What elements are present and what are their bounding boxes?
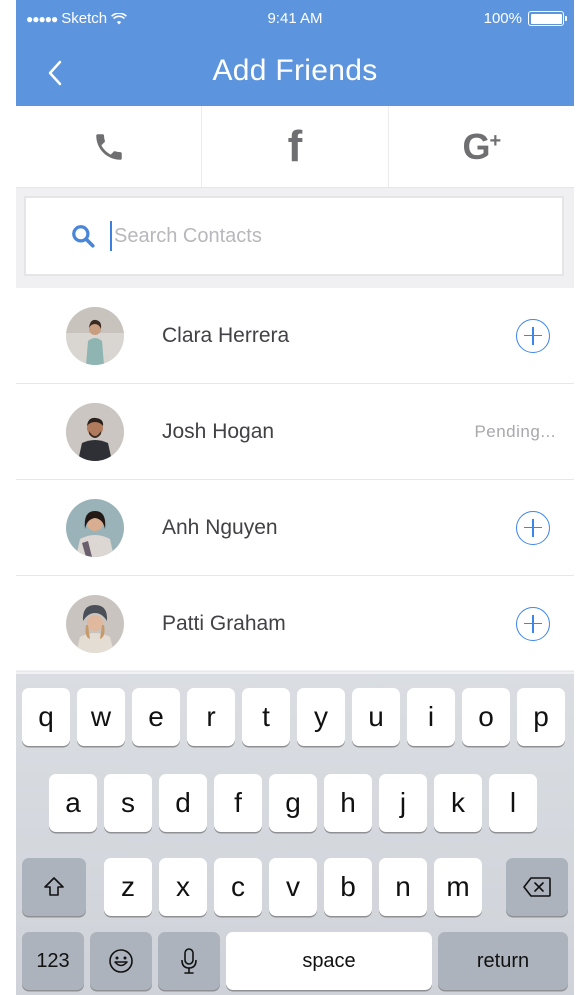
key-l[interactable]: l <box>489 774 537 832</box>
search-input[interactable] <box>114 224 474 248</box>
key-x[interactable]: x <box>159 858 207 916</box>
key-y[interactable]: y <box>297 688 345 746</box>
tab-phone-contacts[interactable] <box>16 106 201 187</box>
key-w[interactable]: w <box>77 688 125 746</box>
contact-row[interactable]: Anh Nguyen <box>16 480 574 576</box>
keyboard-row-2: a s d f g h j k l <box>16 774 574 832</box>
status-bar: ●●●●● Sketch 9:41 AM 100% <box>16 0 574 40</box>
contact-name: Clara Herrera <box>162 323 290 347</box>
social-tabs: f G+ <box>16 106 574 188</box>
key-c[interactable]: c <box>214 858 262 916</box>
key-z[interactable]: z <box>104 858 152 916</box>
key-q[interactable]: q <box>22 688 70 746</box>
avatar <box>66 306 124 365</box>
battery-icon <box>528 11 567 26</box>
dictation-key[interactable] <box>158 932 220 990</box>
keyboard-row-3: z x c v b n m <box>16 858 574 916</box>
phone-icon <box>95 133 122 160</box>
key-n[interactable]: n <box>379 858 427 916</box>
key-i[interactable]: i <box>407 688 455 746</box>
key-d[interactable]: d <box>159 774 207 832</box>
contact-row[interactable]: Patti Graham <box>16 576 574 672</box>
search-icon <box>72 225 95 248</box>
search-section <box>16 188 574 288</box>
contacts-list: Clara Herrera Josh Hogan Pending... Anh … <box>16 288 574 672</box>
tab-google-plus[interactable]: G+ <box>387 106 574 187</box>
pending-status: Pending... <box>474 421 556 441</box>
nav-bar: Add Friends <box>16 40 574 106</box>
delete-key[interactable] <box>506 858 568 916</box>
contact-name: Anh Nguyen <box>162 515 278 539</box>
key-o[interactable]: o <box>462 688 510 746</box>
key-v[interactable]: v <box>269 858 317 916</box>
key-s[interactable]: s <box>104 774 152 832</box>
key-t[interactable]: t <box>242 688 290 746</box>
contact-row[interactable]: Josh Hogan Pending... <box>16 384 574 480</box>
avatar <box>66 498 124 557</box>
key-f[interactable]: f <box>214 774 262 832</box>
shift-key[interactable] <box>22 858 86 916</box>
phone-screen: ●●●●● Sketch 9:41 AM 100% Add Friends f … <box>16 0 574 995</box>
key-b[interactable]: b <box>324 858 372 916</box>
key-k[interactable]: k <box>434 774 482 832</box>
contact-name: Patti Graham <box>162 611 286 635</box>
avatar <box>66 402 124 461</box>
add-friend-button[interactable] <box>516 606 550 641</box>
shift-icon <box>44 877 64 896</box>
key-m[interactable]: m <box>434 858 482 916</box>
page-title: Add Friends <box>212 54 378 87</box>
emoji-key[interactable] <box>90 932 152 990</box>
facebook-icon: f <box>287 121 303 171</box>
add-friend-button[interactable] <box>516 510 550 545</box>
tab-facebook[interactable]: f <box>201 106 387 187</box>
key-p[interactable]: p <box>517 688 565 746</box>
avatar <box>66 594 124 653</box>
space-key[interactable]: space <box>226 932 432 990</box>
contact-name: Josh Hogan <box>162 419 275 443</box>
key-j[interactable]: j <box>379 774 427 832</box>
backspace-icon <box>523 877 551 897</box>
key-r[interactable]: r <box>187 688 235 746</box>
keyboard-row-1: q w e r t y u i o p <box>16 688 574 746</box>
text-caret <box>110 221 112 251</box>
add-friend-button[interactable] <box>516 318 550 353</box>
keyboard-row-4: 123 space return <box>16 932 574 990</box>
battery-percentage: 100% <box>483 10 522 27</box>
microphone-icon <box>181 948 197 974</box>
numbers-key[interactable]: 123 <box>22 932 84 990</box>
key-g[interactable]: g <box>269 774 317 832</box>
search-box[interactable] <box>24 196 564 276</box>
key-a[interactable]: a <box>49 774 97 832</box>
key-e[interactable]: e <box>132 688 180 746</box>
google-plus-icon: G+ <box>462 125 501 167</box>
return-key[interactable]: return <box>438 932 568 990</box>
keyboard: q w e r t y u i o p a s d f g h j k l z … <box>16 674 574 995</box>
emoji-icon <box>109 949 133 973</box>
key-h[interactable]: h <box>324 774 372 832</box>
app-header: ●●●●● Sketch 9:41 AM 100% Add Friends <box>16 0 574 106</box>
contact-row[interactable]: Clara Herrera <box>16 288 574 384</box>
key-u[interactable]: u <box>352 688 400 746</box>
